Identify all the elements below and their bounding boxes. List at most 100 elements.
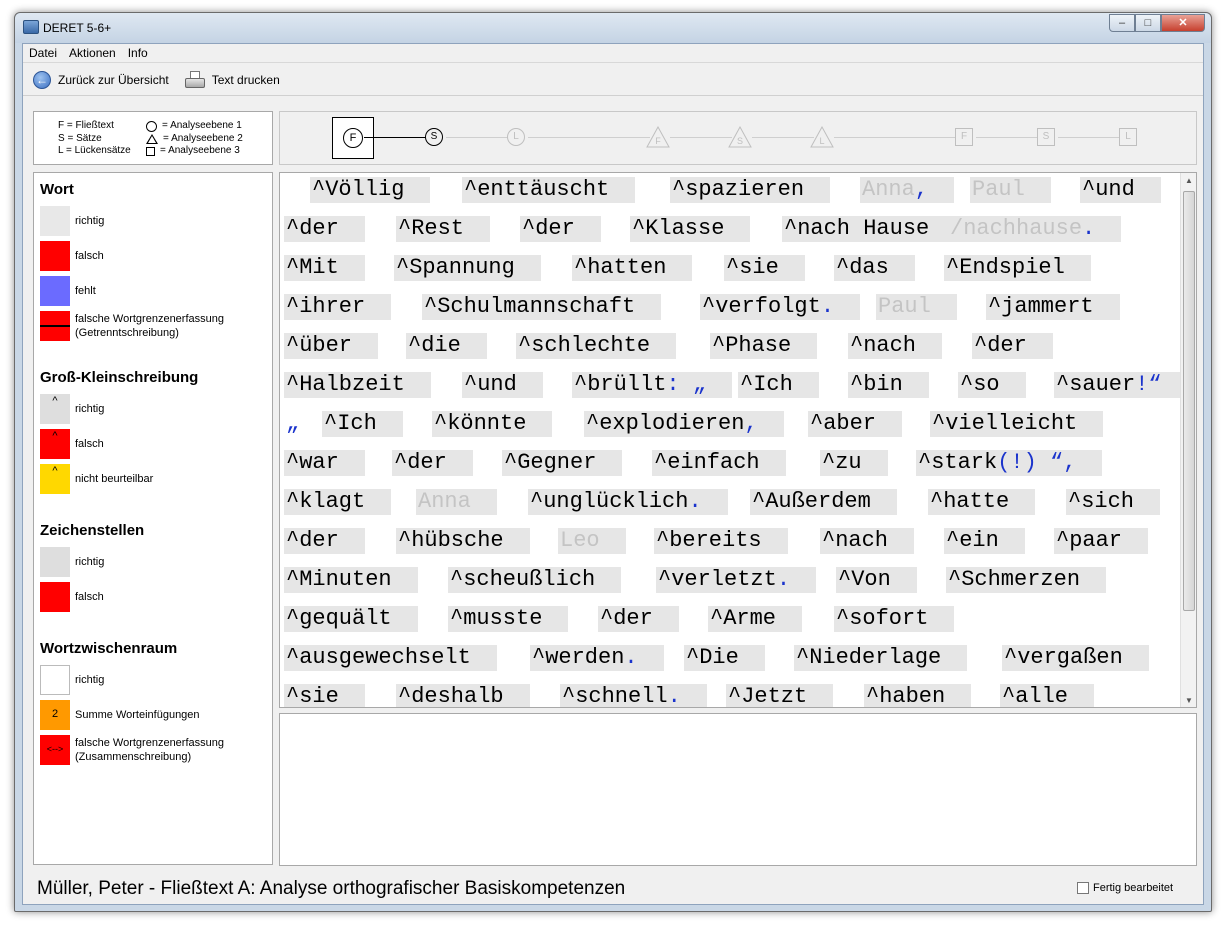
text-word[interactable]: ^der (972, 333, 1053, 359)
analysis-text-area[interactable]: ^Völlig ^enttäuscht ^spazieren Anna, Paul ^un… (279, 172, 1197, 708)
text-word[interactable]: ^sie (284, 684, 365, 707)
text-word[interactable]: ^bin (848, 372, 929, 398)
text-word[interactable]: ^und (1080, 177, 1161, 203)
text-word[interactable]: ^einfach (652, 450, 786, 476)
text-word[interactable]: ^das (834, 255, 915, 281)
minimize-button[interactable]: – (1109, 14, 1135, 32)
text-word[interactable]: ^scheußlich (448, 567, 622, 593)
punctuation-mark[interactable]: , (915, 177, 928, 202)
text-word[interactable]: ^explodieren, (584, 411, 784, 437)
text-word[interactable]: ^gequält (284, 606, 418, 632)
vertical-scrollbar[interactable]: ▲ ▼ (1180, 173, 1196, 707)
title-bar[interactable]: DERET 5-6+ – □ ✕ (15, 13, 1211, 43)
text-word[interactable]: ^und (462, 372, 543, 398)
stage-square-f[interactable]: F (955, 128, 973, 146)
text-word[interactable]: ^Schmerzen (946, 567, 1107, 593)
text-word[interactable]: ^hübsche (396, 528, 530, 554)
stage-triangle-s[interactable]: S (728, 126, 752, 148)
text-word[interactable]: ^haben (864, 684, 972, 707)
text-word[interactable]: ^sie (724, 255, 805, 281)
text-word[interactable]: ^Die (684, 645, 765, 671)
stage-triangle-l[interactable]: L (810, 126, 834, 148)
text-word[interactable]: ^könnte (432, 411, 553, 437)
punctuation-mark[interactable]: . (624, 645, 637, 670)
text-word[interactable]: Leo (558, 528, 626, 554)
text-word[interactable]: ^werden. (530, 645, 664, 671)
text-word[interactable]: ^bereits (654, 528, 788, 554)
checkbox-icon[interactable] (1077, 882, 1089, 894)
text-word[interactable]: ^Von (836, 567, 917, 593)
stage-square-s[interactable]: S (1037, 128, 1055, 146)
punctuation-mark[interactable]: : „ (666, 372, 706, 397)
text-word[interactable]: ^nach (820, 528, 915, 554)
text-word[interactable]: ^unglücklich. (528, 489, 728, 515)
print-text-button[interactable]: Text drucken (184, 70, 280, 89)
text-word[interactable]: Anna, (860, 177, 955, 203)
text-word[interactable]: ^Phase (710, 333, 818, 359)
text-word[interactable]: ^hatte (928, 489, 1036, 515)
close-button[interactable]: ✕ (1161, 14, 1205, 32)
text-word[interactable]: ^Halbzeit (284, 372, 431, 398)
text-word[interactable]: ^sauer!“ (1054, 372, 1188, 398)
text-word[interactable]: ^schlechte (516, 333, 677, 359)
text-word[interactable]: ^alle (1000, 684, 1095, 707)
text-word[interactable]: ^brüllt: „ (572, 372, 733, 398)
stage-square-l[interactable]: L (1119, 128, 1137, 146)
maximize-button[interactable]: □ (1135, 14, 1161, 32)
text-word[interactable]: ^Außerdem (750, 489, 897, 515)
punctuation-mark[interactable]: . (688, 489, 701, 514)
text-word[interactable]: ^aber (808, 411, 903, 437)
punctuation-mark[interactable]: . (777, 567, 790, 592)
punctuation-mark[interactable]: !“ (1135, 372, 1161, 397)
menu-datei[interactable]: Datei (23, 44, 63, 62)
text-word[interactable]: ^nach (848, 333, 943, 359)
text-word[interactable]: Anna (416, 489, 497, 515)
scroll-thumb[interactable] (1183, 191, 1195, 611)
text-word[interactable]: ^vielleicht (930, 411, 1104, 437)
text-word[interactable]: ^paar (1054, 528, 1149, 554)
text-word[interactable]: ^verletzt. (656, 567, 817, 593)
text-word[interactable]: ^ein (944, 528, 1025, 554)
text-word[interactable]: ^schnell. (560, 684, 707, 707)
punctuation-mark[interactable]: . (668, 684, 681, 707)
text-word[interactable]: ^spazieren (670, 177, 831, 203)
text-word[interactable]: ^Minuten (284, 567, 418, 593)
text-word[interactable]: ^der (284, 216, 365, 242)
text-word[interactable]: ^Niederlage (794, 645, 968, 671)
text-word[interactable]: ^der (520, 216, 601, 242)
punctuation-mark[interactable]: . (1082, 216, 1095, 241)
text-word[interactable]: ^Klasse (630, 216, 751, 242)
text-word[interactable]: ^hatten (572, 255, 693, 281)
text-word[interactable]: ^Rest (396, 216, 491, 242)
text-word[interactable]: ^ihrer (284, 294, 392, 320)
text-word[interactable]: ^Ich (738, 372, 819, 398)
text-word[interactable]: ^Ich (322, 411, 403, 437)
text-word[interactable]: ^enttäuscht (462, 177, 636, 203)
text-word[interactable]: ^musste (448, 606, 569, 632)
text-word[interactable]: ^über (284, 333, 379, 359)
text-word[interactable]: ^Spannung (394, 255, 541, 281)
punctuation-mark[interactable]: (!) “, (997, 450, 1076, 475)
text-word[interactable]: ^deshalb (396, 684, 530, 707)
text-word[interactable]: ^vergaßen (1002, 645, 1149, 671)
menu-aktionen[interactable]: Aktionen (63, 44, 122, 62)
menu-info[interactable]: Info (122, 44, 154, 62)
back-to-overview-button[interactable]: ← Zurück zur Übersicht (33, 70, 169, 89)
text-word[interactable]: ^zu (820, 450, 888, 476)
text-word[interactable]: ^nach Hause (782, 216, 956, 242)
text-word[interactable]: „ (284, 411, 299, 437)
text-word[interactable]: ^stark(!) “, (916, 450, 1103, 476)
punctuation-mark[interactable]: . (821, 294, 834, 319)
text-word[interactable]: ^Endspiel (944, 255, 1091, 281)
text-word[interactable]: ^so (958, 372, 1026, 398)
stage-triangle-f[interactable]: F (646, 126, 670, 148)
scroll-up-icon[interactable]: ▲ (1181, 173, 1196, 189)
text-word[interactable]: ^sich (1066, 489, 1161, 515)
stage-circle-f-active[interactable]: F (343, 128, 363, 148)
text-word[interactable]: /nachhause. (948, 216, 1122, 242)
text-word[interactable]: ^Schulmannschaft (422, 294, 662, 320)
text-word[interactable]: ^der (284, 528, 365, 554)
stage-circle-l[interactable]: L (507, 128, 525, 146)
text-word[interactable]: ^der (598, 606, 679, 632)
done-checkbox[interactable]: Fertig bearbeitet (1077, 882, 1173, 894)
